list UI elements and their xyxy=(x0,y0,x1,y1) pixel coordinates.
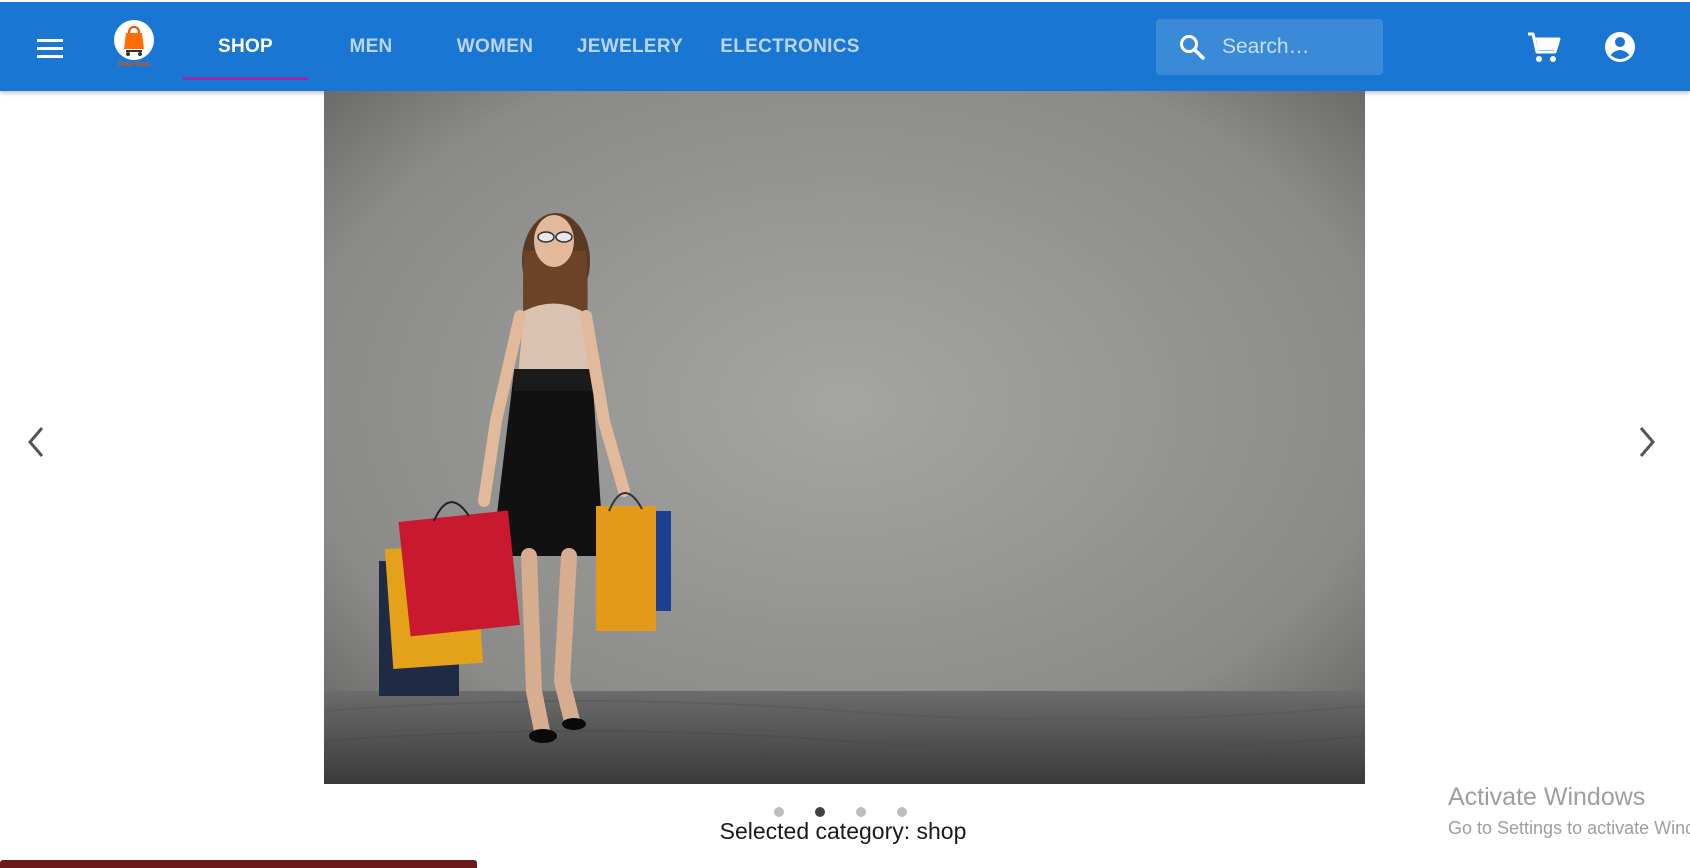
tab-jewelery[interactable]: JEWELERY xyxy=(573,2,687,91)
carousel-dot-3[interactable] xyxy=(856,807,866,817)
shop-logo[interactable]: Shop Stock xyxy=(110,20,158,74)
tab-men[interactable]: MEN xyxy=(330,2,412,91)
account-circle-icon xyxy=(1605,32,1635,62)
search-input[interactable] xyxy=(1222,19,1377,75)
windows-watermark-subtitle: Go to Settings to activate Windows. xyxy=(1448,818,1690,838)
carousel-dot-4[interactable] xyxy=(897,807,907,817)
selected-category-label: Selected category: shop xyxy=(719,818,967,844)
logo-caption: Shop Stock xyxy=(117,62,151,68)
cart-button[interactable] xyxy=(1522,26,1564,68)
chevron-left-icon xyxy=(28,427,44,457)
app-bar: Shop Stock SHOP MEN WOMEN JEWELERY ELECT… xyxy=(0,2,1690,91)
selected-category-text: Selected category: shop xyxy=(0,818,1690,845)
carousel-next-button[interactable] xyxy=(1629,420,1665,464)
bottom-banner-edge xyxy=(0,860,477,868)
tab-electronics[interactable]: ELECTRONICS xyxy=(718,2,862,91)
shopping-bag-icon xyxy=(114,20,154,60)
account-button[interactable] xyxy=(1599,26,1641,68)
menu-button[interactable] xyxy=(30,28,70,68)
carousel-slide-image xyxy=(324,91,1365,784)
tab-women[interactable]: WOMEN xyxy=(449,2,541,91)
search-icon xyxy=(1180,35,1205,60)
menu-icon xyxy=(37,39,63,58)
search-box[interactable] xyxy=(1156,19,1383,75)
windows-watermark-title: Activate Windows xyxy=(1448,783,1646,811)
cart-icon xyxy=(1528,32,1561,62)
carousel-prev-button[interactable] xyxy=(18,420,54,464)
carousel-dot-1[interactable] xyxy=(774,807,784,817)
carousel-dot-2[interactable] xyxy=(815,807,825,817)
chevron-right-icon xyxy=(1639,427,1655,457)
tab-indicator xyxy=(183,77,308,80)
